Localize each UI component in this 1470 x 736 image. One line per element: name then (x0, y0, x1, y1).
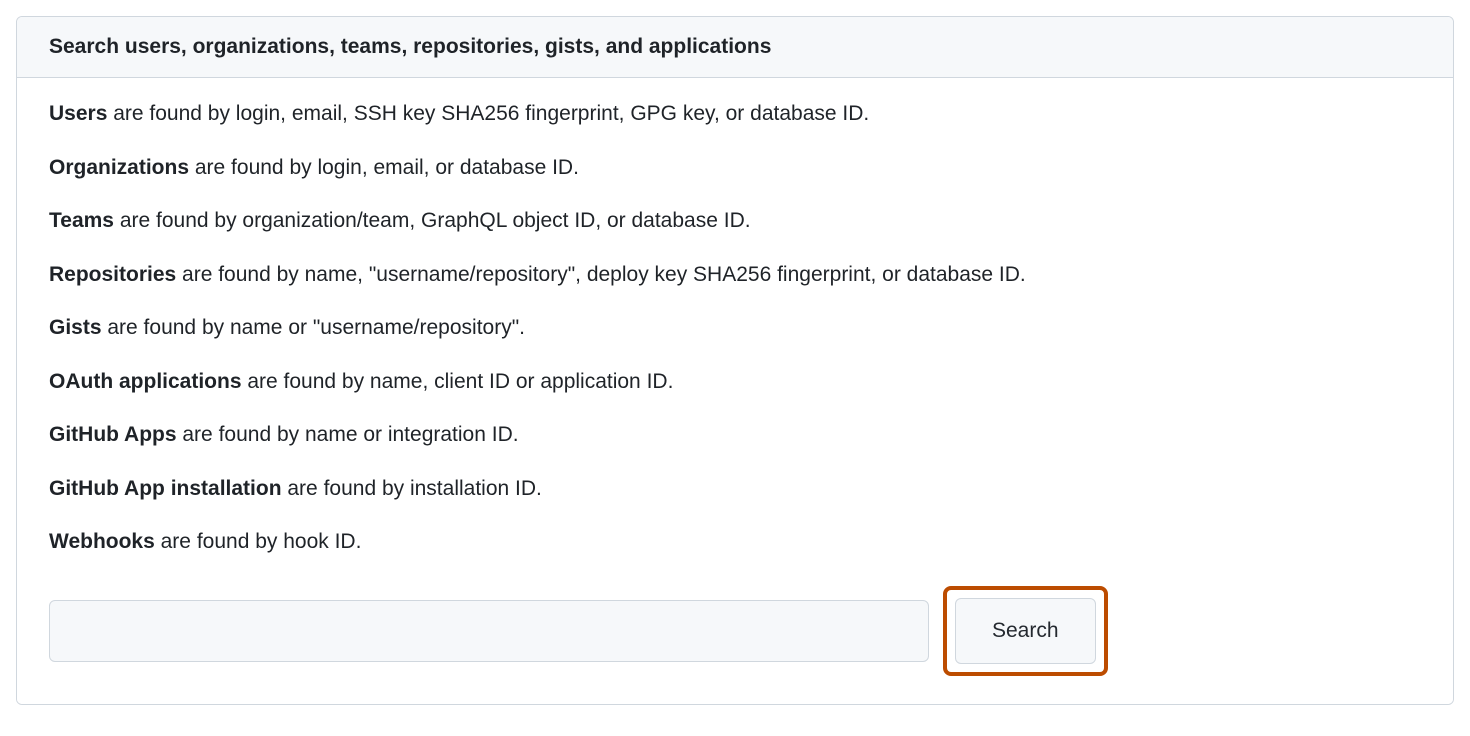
hint-users: Users are found by login, email, SSH key… (49, 98, 1421, 130)
hint-text: are found by name, "username/repository"… (176, 263, 1026, 286)
search-input[interactable] (49, 600, 929, 662)
hint-text: are found by login, email, SSH key SHA25… (107, 102, 869, 125)
panel-title: Search users, organizations, teams, repo… (17, 17, 1453, 78)
hint-organizations: Organizations are found by login, email,… (49, 152, 1421, 184)
hint-label: Gists (49, 316, 102, 339)
hint-repositories: Repositories are found by name, "usernam… (49, 259, 1421, 291)
search-button-highlight: Search (943, 586, 1108, 676)
hint-webhooks: Webhooks are found by hook ID. (49, 526, 1421, 558)
panel-body: Users are found by login, email, SSH key… (17, 78, 1453, 704)
hint-label: Repositories (49, 263, 176, 286)
search-panel: Search users, organizations, teams, repo… (16, 16, 1454, 705)
hint-text: are found by hook ID. (155, 530, 362, 553)
hint-label: GitHub App installation (49, 477, 282, 500)
hint-teams: Teams are found by organization/team, Gr… (49, 205, 1421, 237)
hint-github-apps: GitHub Apps are found by name or integra… (49, 419, 1421, 451)
hint-text: are found by login, email, or database I… (189, 156, 579, 179)
hint-label: Organizations (49, 156, 189, 179)
hint-github-app-installation: GitHub App installation are found by ins… (49, 473, 1421, 505)
hint-text: are found by name or "username/repositor… (102, 316, 525, 339)
hint-text: are found by name, client ID or applicat… (242, 370, 674, 393)
search-button[interactable]: Search (955, 598, 1096, 664)
hint-label: Users (49, 102, 107, 125)
hint-label: Teams (49, 209, 114, 232)
hint-label: Webhooks (49, 530, 155, 553)
hint-label: GitHub Apps (49, 423, 177, 446)
hint-text: are found by name or integration ID. (177, 423, 519, 446)
hint-label: OAuth applications (49, 370, 242, 393)
hint-oauth-applications: OAuth applications are found by name, cl… (49, 366, 1421, 398)
hint-text: are found by organization/team, GraphQL … (114, 209, 751, 232)
hint-text: are found by installation ID. (282, 477, 542, 500)
hint-gists: Gists are found by name or "username/rep… (49, 312, 1421, 344)
search-row: Search (49, 586, 1421, 676)
